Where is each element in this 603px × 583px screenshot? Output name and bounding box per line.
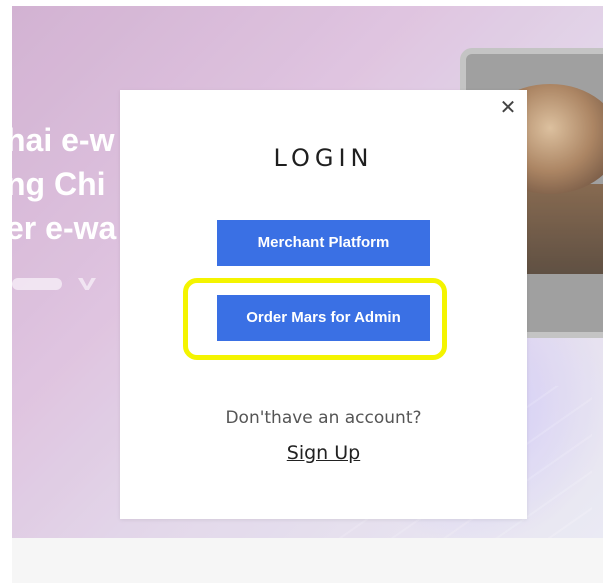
signup-link[interactable]: Sign Up — [287, 442, 360, 464]
order-mars-admin-button[interactable]: Order Mars for Admin — [217, 295, 430, 341]
close-icon[interactable]: ✕ — [497, 96, 519, 118]
no-account-text: Don'thave an account? — [225, 408, 422, 428]
signup-row: Sign Up — [120, 442, 527, 464]
page: hai e-w ng Chi er e-wa ✕ LOGIN Merchant … — [0, 0, 603, 583]
merchant-platform-button[interactable]: Merchant Platform — [217, 220, 430, 266]
modal-title: LOGIN — [273, 144, 374, 172]
login-modal: ✕ LOGIN Merchant Platform Order Mars for… — [120, 90, 527, 519]
